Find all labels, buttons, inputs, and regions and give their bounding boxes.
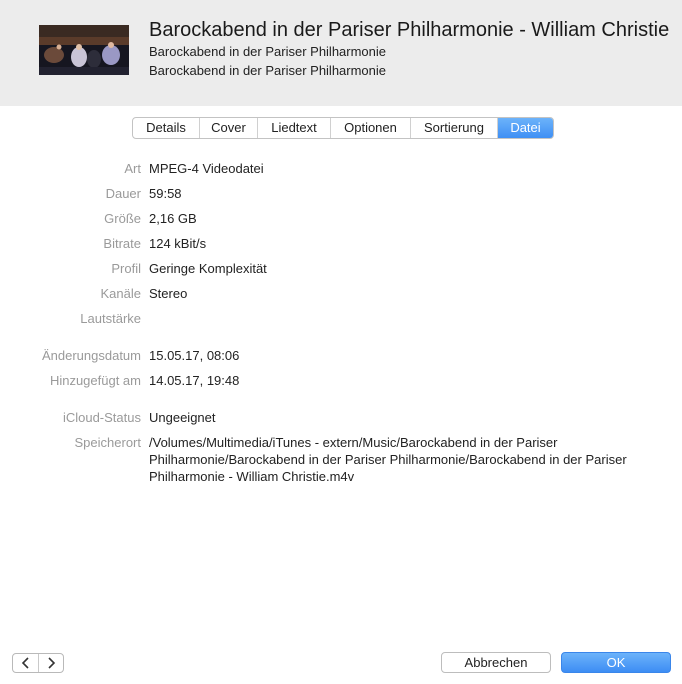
tab-sortierung[interactable]: Sortierung [411,118,498,138]
page-title: Barockabend in der Pariser Philharmonie … [149,19,670,41]
previous-button[interactable] [13,654,38,672]
prev-next-navigation [12,653,64,673]
tab-bar: Details Cover Liedtext Optionen Sortieru… [132,117,554,139]
info-value: MPEG-4 Videodatei [149,161,264,176]
info-row-icloud-status: iCloud-Status Ungeeignet [0,410,682,428]
info-label: Bitrate [103,236,141,251]
info-label: iCloud-Status [62,410,141,425]
chevron-left-icon [21,657,29,669]
info-row-lautstaerke: Lautstärke [0,311,682,329]
next-button[interactable] [38,654,63,672]
info-value: 2,16 GB [149,211,197,226]
file-path-value: /Volumes/Multimedia/iTunes - extern/Musi… [149,435,627,484]
info-row-profil: Profil Geringe Komplexität [0,261,682,279]
artwork-thumbnail [39,25,129,75]
info-label: Profil [111,261,141,276]
info-label: Hinzugefügt am [49,373,141,388]
tab-details[interactable]: Details [133,118,200,138]
info-row-art: Art MPEG-4 Videodatei [0,161,682,179]
info-value: Stereo [149,286,188,301]
info-row-bitrate: Bitrate 124 kBit/s [0,236,682,254]
info-label: Art [124,161,141,176]
info-value: 14.05.17, 19:48 [149,373,240,388]
info-row-aenderungsdatum: Änderungsdatum 15.05.17, 08:06 [0,348,682,366]
info-label: Lautstärke [80,311,141,326]
header: Barockabend in der Pariser Philharmonie … [0,0,682,106]
info-label: Größe [104,211,141,226]
tab-cover[interactable]: Cover [200,118,258,138]
info-label: Kanäle [100,286,141,301]
cancel-button[interactable]: Abbrechen [441,652,551,673]
info-row-groesse: Größe 2,16 GB [0,211,682,229]
info-row-kanaele: Kanäle Stereo [0,286,682,304]
info-value: 124 kBit/s [149,236,207,251]
chevron-right-icon [48,657,56,669]
info-row-hinzugefuegt: Hinzugefügt am 14.05.17, 19:48 [0,373,682,391]
info-value: 59:58 [149,186,182,201]
album-subtitle: Barockabend in der Pariser Philharmonie [149,44,387,59]
info-label: Dauer [105,186,141,201]
tab-optionen[interactable]: Optionen [331,118,411,138]
info-value: Geringe Komplexität [149,261,267,276]
info-label: Speicherort [74,435,141,450]
tab-liedtext[interactable]: Liedtext [258,118,331,138]
info-row-dauer: Dauer 59:58 [0,186,682,204]
info-value: Ungeeignet [149,410,216,425]
artist-subtitle: Barockabend in der Pariser Philharmonie [149,63,387,78]
info-value: 15.05.17, 08:06 [149,348,240,363]
tab-datei[interactable]: Datei [498,118,553,138]
info-label: Änderungsdatum [41,348,141,363]
ok-button[interactable]: OK [561,652,671,673]
